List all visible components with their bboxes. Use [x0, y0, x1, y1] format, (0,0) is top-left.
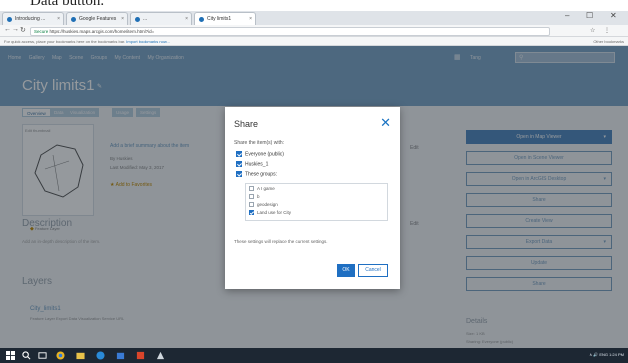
cancel-button[interactable]: Cancel	[358, 264, 388, 277]
group-label: A I game	[257, 186, 275, 191]
checkbox-checked[interactable]	[236, 151, 242, 157]
reload-icon[interactable]: ↻	[20, 26, 26, 34]
option-label: Huskies_1	[245, 161, 269, 168]
settings-note: These settings will replace the current …	[234, 239, 328, 244]
checkbox-unchecked[interactable]	[249, 186, 254, 192]
group-label: Land use for City	[257, 210, 292, 215]
site-favicon-icon	[7, 17, 12, 22]
group-item[interactable]: A I game	[249, 186, 275, 193]
other-bookmarks[interactable]: Other bookmarks	[593, 39, 624, 44]
site-favicon-icon	[135, 17, 140, 22]
bookmarks-hint: For quick access, place your bookmarks h…	[4, 39, 126, 44]
address-toolbar: ← → ↻ Secure https://huskies.maps.arcgis…	[0, 25, 628, 37]
group-label: geodesign	[257, 202, 278, 207]
forward-icon[interactable]: →	[12, 26, 19, 33]
tab-title: ...	[143, 16, 148, 22]
groups-list: A I game b geodesign Land use for City	[245, 183, 388, 221]
arcgis-app-icon[interactable]	[156, 351, 165, 360]
checkbox-unchecked[interactable]	[249, 194, 254, 200]
share-option-groups[interactable]: These groups:	[236, 171, 277, 179]
task-view-icon[interactable]	[38, 351, 47, 360]
dialog-title: Share	[234, 119, 259, 129]
secure-label: Secure	[34, 29, 49, 34]
windows-start-icon[interactable]	[6, 351, 15, 360]
browser-tab[interactable]: Introducing ... ×	[2, 12, 64, 25]
system-tray[interactable]: ∧ 🔊 ENG 1:24 PM	[589, 352, 624, 357]
share-option-everyone[interactable]: Everyone (public)	[236, 151, 284, 159]
checkbox-checked[interactable]	[236, 161, 242, 167]
address-bar[interactable]: Secure https://huskies.maps.arcgis.com/h…	[30, 27, 550, 36]
url-text: https://huskies.maps.arcgis.com/home/ite…	[49, 29, 155, 34]
option-label: These groups:	[245, 171, 277, 178]
tab-title: Google Features	[79, 16, 117, 22]
back-icon[interactable]: ←	[4, 26, 11, 33]
close-tab-icon[interactable]: ×	[249, 16, 252, 22]
tab-title: Introducing ...	[15, 16, 46, 22]
close-tab-icon[interactable]: ×	[57, 16, 60, 22]
checkbox-checked[interactable]	[236, 171, 242, 177]
checkbox-checked[interactable]	[249, 210, 254, 216]
group-item[interactable]: b	[249, 194, 260, 201]
maximize-icon[interactable]: ☐	[586, 11, 593, 20]
group-label: b	[257, 194, 260, 199]
ok-button[interactable]: OK	[337, 264, 355, 277]
star-bookmark-icon[interactable]: ☆	[590, 27, 595, 34]
checkbox-unchecked[interactable]	[249, 202, 254, 208]
edge-browser-icon[interactable]	[96, 351, 105, 360]
caption-strip: Data button.	[0, 0, 628, 11]
file-explorer-icon[interactable]	[76, 351, 85, 360]
close-tab-icon[interactable]: ×	[185, 16, 188, 22]
share-prompt: Share the item(s) with:	[234, 140, 285, 146]
browser-tab[interactable]: ... ×	[130, 12, 192, 25]
tab-title: City limits1	[207, 16, 232, 22]
close-window-icon[interactable]: ✕	[610, 11, 617, 20]
group-item[interactable]: geodesign	[249, 202, 278, 209]
windows-taskbar: ∧ 🔊 ENG 1:24 PM	[0, 348, 628, 363]
close-tab-icon[interactable]: ×	[121, 16, 124, 22]
share-option-organization[interactable]: Huskies_1	[236, 161, 268, 169]
minimize-icon[interactable]: –	[565, 11, 569, 20]
site-favicon-icon	[71, 17, 76, 22]
caption-text: Data button.	[30, 0, 105, 9]
bookmarks-bar: For quick access, place your bookmarks h…	[0, 37, 628, 46]
group-item[interactable]: Land use for City	[249, 210, 291, 217]
browser-tab-strip: Introducing ... × Google Features × ... …	[0, 11, 628, 25]
option-label: Everyone (public)	[245, 151, 284, 158]
close-icon[interactable]: ✕	[380, 116, 391, 129]
share-dialog: Share ✕ Share the item(s) with: Everyone…	[225, 107, 400, 289]
import-bookmarks-link[interactable]: Import bookmarks now...	[126, 39, 170, 44]
store-app-icon[interactable]	[116, 351, 125, 360]
menu-icon[interactable]: ⋮	[604, 27, 610, 34]
site-favicon-icon	[199, 17, 204, 22]
office-app-icon[interactable]	[136, 351, 145, 360]
browser-tab-active[interactable]: City limits1 ×	[194, 12, 256, 25]
chrome-app-icon[interactable]	[56, 351, 65, 360]
browser-tab[interactable]: Google Features ×	[66, 12, 128, 25]
search-icon[interactable]	[22, 351, 31, 360]
